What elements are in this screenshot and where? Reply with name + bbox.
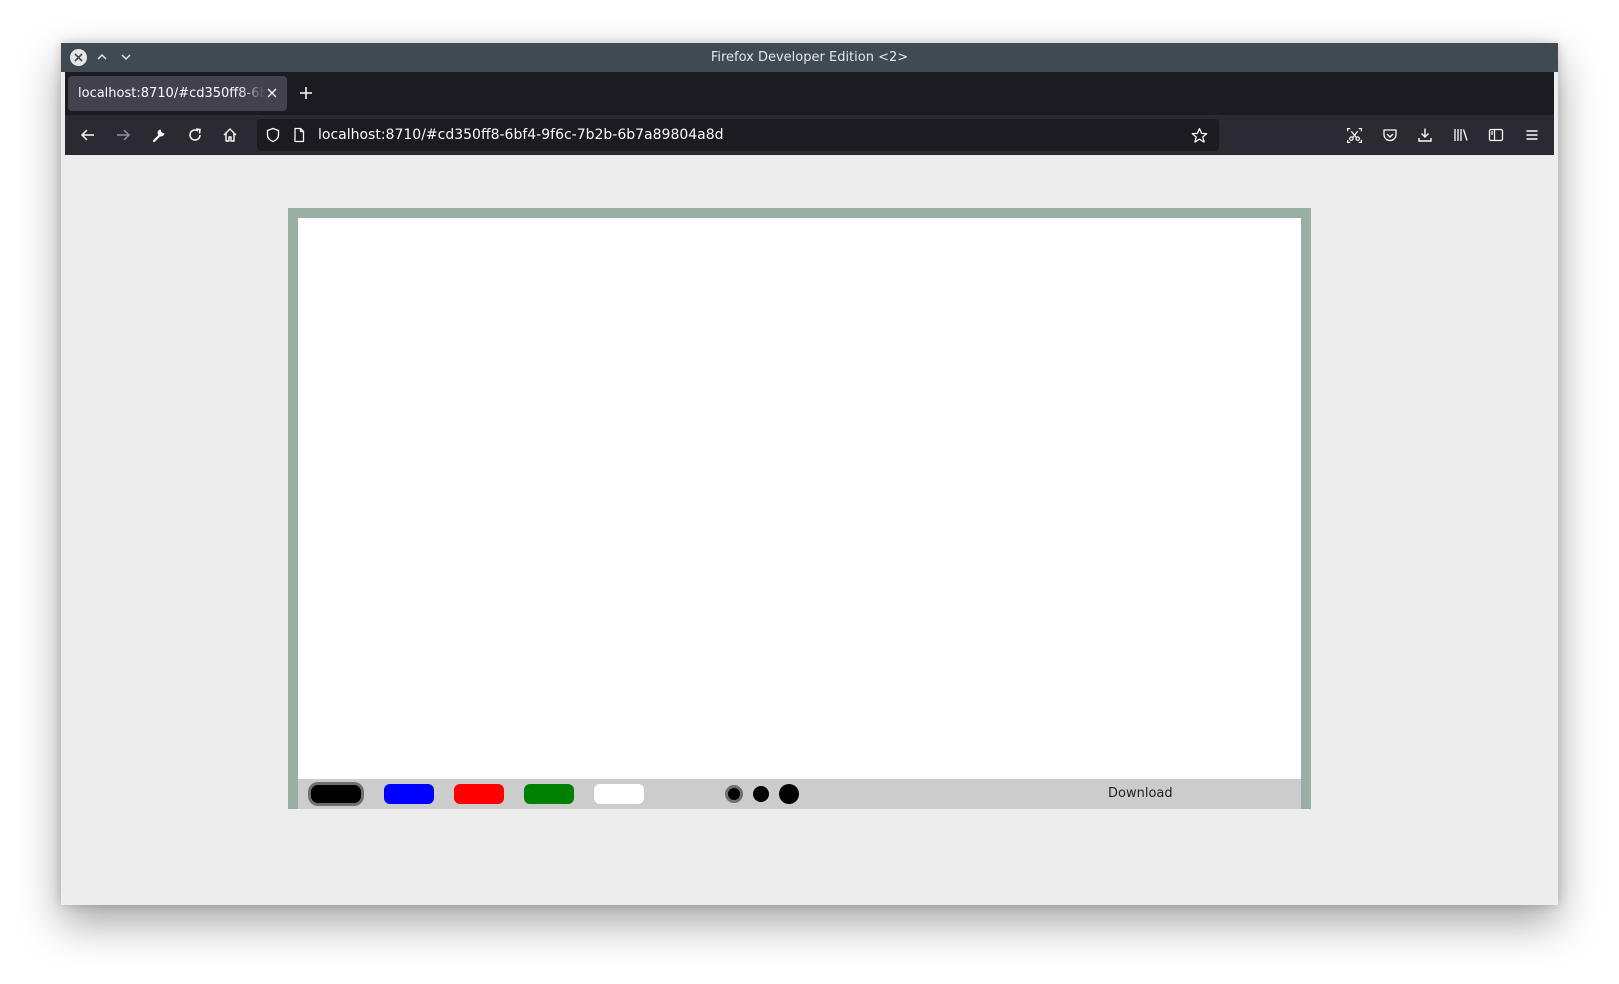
back-button[interactable]: [78, 125, 98, 145]
brush-size-large[interactable]: [779, 784, 799, 804]
star-icon: [1191, 127, 1207, 143]
drawing-canvas[interactable]: [298, 218, 1301, 789]
url-text[interactable]: localhost:8710/#cd350ff8-6bf4-9f6c-7b2b-…: [318, 119, 724, 151]
forward-button[interactable]: [113, 125, 133, 145]
site-info-button[interactable]: [289, 125, 309, 145]
tab-label: localhost:8710/#cd350ff8-6bf4-9f6c-7b2b-…: [78, 86, 266, 101]
arrow-right-icon: [117, 129, 131, 141]
drawing-board: Download: [288, 208, 1311, 809]
title-bar: Firefox Developer Edition <2>: [61, 43, 1558, 72]
home-button[interactable]: [220, 125, 240, 145]
color-swatch-black[interactable]: [308, 782, 364, 806]
reload-icon: [189, 128, 201, 141]
home-icon: [223, 128, 237, 142]
tracking-protection-button[interactable]: [263, 125, 283, 145]
url-bar[interactable]: localhost:8710/#cd350ff8-6bf4-9f6c-7b2b-…: [257, 119, 1219, 151]
navigation-toolbar: localhost:8710/#cd350ff8-6bf4-9f6c-7b2b-…: [65, 115, 1554, 155]
sidebar-button[interactable]: [1486, 125, 1506, 145]
tab-active[interactable]: localhost:8710/#cd350ff8-6bf4-9f6c-7b2b-…: [68, 76, 287, 111]
color-swatch-blue[interactable]: [384, 784, 434, 804]
download-icon: [1418, 128, 1432, 142]
new-tab-button[interactable]: [296, 83, 316, 103]
drawing-toolbar: Download: [298, 779, 1301, 809]
page-icon: [294, 127, 305, 143]
shield-icon: [266, 127, 280, 143]
bookmark-button[interactable]: [1189, 125, 1209, 145]
page-content: Download: [61, 155, 1558, 905]
color-swatch-red[interactable]: [454, 784, 504, 804]
wrench-icon: [152, 129, 165, 143]
library-button[interactable]: [1451, 125, 1471, 145]
window-title: Firefox Developer Edition <2>: [710, 50, 909, 65]
menu-button[interactable]: [1522, 125, 1542, 145]
library-icon: [1454, 129, 1468, 141]
download-button[interactable]: Download: [1108, 779, 1173, 809]
brush-size-medium[interactable]: [753, 786, 769, 802]
pocket-icon: [1383, 129, 1397, 142]
tab-close-button[interactable]: [265, 86, 279, 100]
color-swatch-white[interactable]: [594, 784, 644, 804]
developer-tools-button[interactable]: [149, 125, 169, 145]
screenshot-button[interactable]: [1344, 125, 1364, 145]
reload-button[interactable]: [185, 125, 205, 145]
color-swatch-green[interactable]: [524, 784, 574, 804]
arrow-left-icon: [80, 129, 94, 141]
downloads-button[interactable]: [1415, 125, 1435, 145]
brush-size-small[interactable]: [725, 785, 743, 803]
screenshot-icon: [1346, 127, 1362, 143]
browser-window: Firefox Developer Edition <2> localhost:…: [61, 43, 1558, 905]
hamburger-icon: [1526, 130, 1538, 140]
tab-bar: localhost:8710/#cd350ff8-6bf4-9f6c-7b2b-…: [65, 72, 1554, 115]
sidebar-icon: [1488, 128, 1504, 142]
close-icon: [267, 88, 277, 98]
plus-icon: [300, 87, 312, 99]
pocket-button[interactable]: [1380, 125, 1400, 145]
